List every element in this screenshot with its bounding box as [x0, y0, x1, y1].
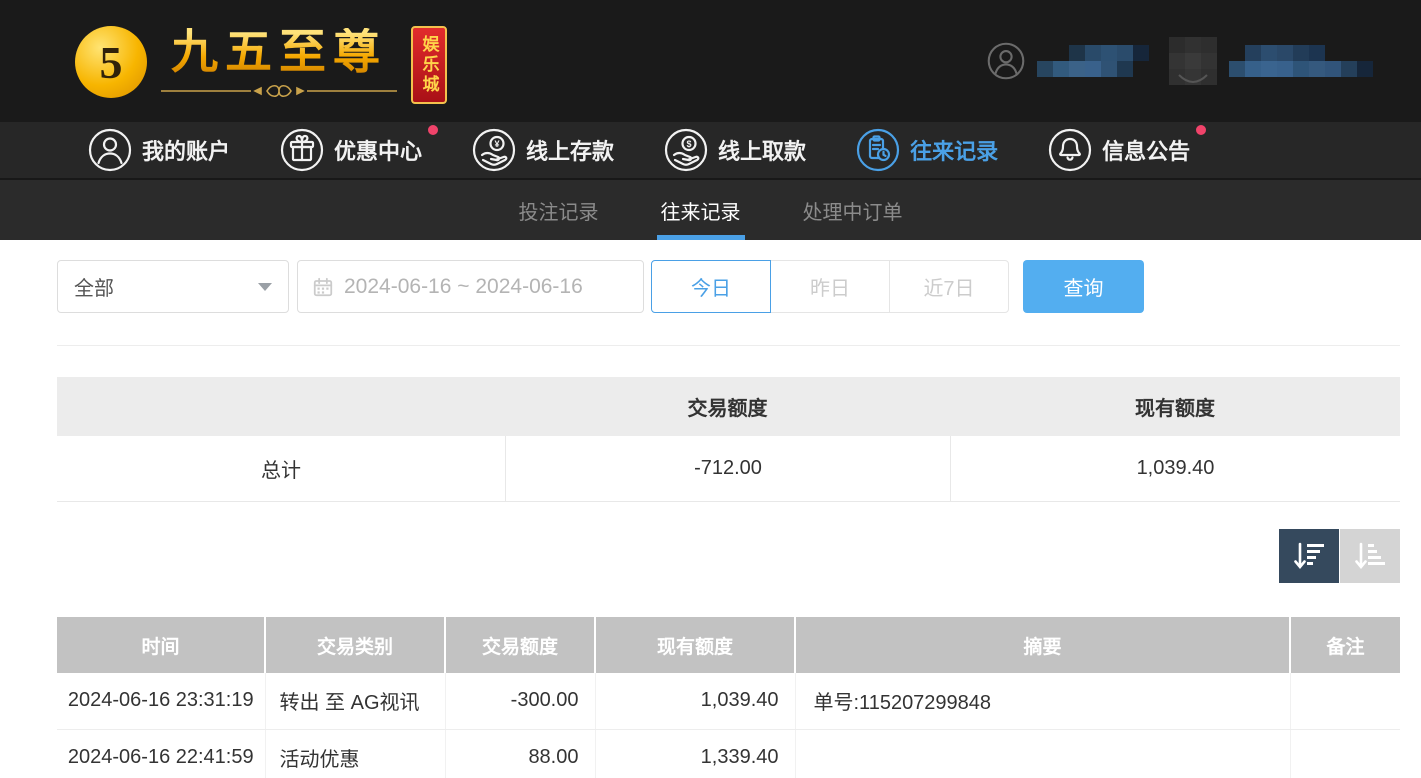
user-balance-group[interactable] — [1169, 37, 1373, 85]
search-button[interactable]: 查询 — [1023, 260, 1144, 313]
cell-type: 转出 至 AG视讯 — [265, 673, 445, 729]
summary-total-label: 总计 — [57, 436, 505, 502]
nav-label: 我的账户 — [142, 134, 230, 166]
nav-label: 优惠中心 — [334, 134, 422, 166]
col-header-note: 备注 — [1290, 617, 1400, 673]
table-row: 2024-06-16 23:31:19 转出 至 AG视讯 -300.00 1,… — [57, 673, 1400, 729]
nav-label: 线上存款 — [526, 134, 614, 166]
summary-tx-total-value: -712.00 — [505, 436, 950, 502]
top-header: 5 九五至尊 娱乐城 — [0, 0, 1421, 122]
type-select-value: 全部 — [74, 272, 114, 301]
col-header-time: 时间 — [57, 617, 265, 673]
header-user-area — [987, 37, 1373, 85]
svg-text:$: $ — [687, 139, 692, 149]
cell-balance: 1,339.40 — [595, 729, 795, 778]
tab-transaction-records[interactable]: 往来记录 — [657, 180, 745, 240]
nav-item-withdraw[interactable]: $ 线上取款 — [664, 128, 806, 172]
withdraw-icon: $ — [664, 128, 708, 172]
summary-header-balance: 现有额度 — [950, 377, 1400, 436]
redacted-username — [1037, 45, 1149, 77]
nav-item-deposit[interactable]: ¥ 线上存款 — [472, 128, 614, 172]
sort-ascending-icon — [1353, 541, 1387, 571]
cell-note — [1290, 673, 1400, 729]
summary-table: 交易额度 现有额度 总计 -712.00 1,039.40 — [57, 377, 1400, 502]
notification-dot — [428, 125, 438, 135]
section-divider — [57, 345, 1400, 346]
brand-name: 九五至尊 — [171, 28, 387, 80]
col-header-balance: 现有额度 — [595, 617, 795, 673]
summary-header-empty — [57, 377, 505, 436]
announcement-bell-icon — [1048, 128, 1092, 172]
quick-range-yesterday[interactable]: 昨日 — [770, 260, 890, 313]
cell-summary — [795, 729, 1290, 778]
user-account-group[interactable] — [987, 42, 1149, 80]
redacted-balance — [1229, 45, 1373, 77]
calendar-icon — [312, 276, 334, 298]
sort-descending-button[interactable] — [1279, 529, 1339, 583]
col-header-type: 交易类别 — [265, 617, 445, 673]
summary-balance-value: 1,039.40 — [950, 436, 1400, 502]
records-icon — [856, 128, 900, 172]
user-avatar-icon — [987, 42, 1025, 80]
nav-item-promotions[interactable]: 优惠中心 — [280, 128, 422, 172]
sort-controls — [57, 529, 1400, 583]
sort-ascending-button[interactable] — [1340, 529, 1400, 583]
user-icon — [88, 128, 132, 172]
col-header-summary: 摘要 — [795, 617, 1290, 673]
chevron-down-icon — [258, 283, 272, 291]
nav-item-my-account[interactable]: 我的账户 — [88, 128, 230, 172]
date-range-input[interactable]: 2024-06-16 ~ 2024-06-16 — [297, 260, 644, 313]
cell-time: 2024-06-16 22:41:59 — [57, 729, 265, 778]
sort-descending-icon — [1292, 541, 1326, 571]
logo-flourish-icon — [159, 82, 399, 100]
quick-range-group: 今日 昨日 近7日 — [652, 260, 1009, 313]
transactions-table: 时间 交易类别 交易额度 现有额度 摘要 备注 2024-06-16 23:31… — [57, 617, 1400, 778]
main-nav: 我的账户 优惠中心 ¥ 线上存款 $ 线上取 — [0, 122, 1421, 180]
nav-item-announcements[interactable]: 信息公告 — [1048, 128, 1190, 172]
cell-summary: 单号:115207299848 — [795, 673, 1290, 729]
tab-betting-records[interactable]: 投注记录 — [515, 180, 603, 240]
gift-icon — [280, 128, 324, 172]
deposit-icon: ¥ — [472, 128, 516, 172]
cell-amount: -300.00 — [445, 673, 595, 729]
main-content: 全部 2024-06-16 ~ 2024-06-16 今日 昨日 近7日 — [0, 240, 1421, 778]
cell-time: 2024-06-16 23:31:19 — [57, 673, 265, 729]
svg-text:¥: ¥ — [495, 139, 500, 149]
brand-logo[interactable]: 5 九五至尊 娱乐城 — [75, 18, 447, 104]
brand-badge: 娱乐城 — [411, 26, 447, 104]
nav-label: 线上取款 — [718, 134, 806, 166]
cell-balance: 1,039.40 — [595, 673, 795, 729]
summary-header-tx-amount: 交易额度 — [505, 377, 950, 436]
date-range-value: 2024-06-16 ~ 2024-06-16 — [344, 275, 583, 299]
tab-pending-orders[interactable]: 处理中订单 — [799, 180, 907, 240]
nav-label: 信息公告 — [1102, 134, 1190, 166]
quick-range-today[interactable]: 今日 — [651, 260, 771, 313]
notification-dot — [1196, 125, 1206, 135]
table-row: 2024-06-16 22:41:59 活动优惠 88.00 1,339.40 — [57, 729, 1400, 778]
col-header-amount: 交易额度 — [445, 617, 595, 673]
redacted-badge-icon — [1169, 37, 1217, 85]
brand-logo-mark-icon: 5 — [75, 26, 147, 98]
quick-range-last7days[interactable]: 近7日 — [889, 260, 1009, 313]
cell-note — [1290, 729, 1400, 778]
nav-item-transaction-records[interactable]: 往来记录 — [856, 128, 998, 172]
cell-amount: 88.00 — [445, 729, 595, 778]
record-tabs: 投注记录 往来记录 处理中订单 — [0, 180, 1421, 240]
filter-bar: 全部 2024-06-16 ~ 2024-06-16 今日 昨日 近7日 — [57, 260, 1400, 313]
type-select[interactable]: 全部 — [57, 260, 289, 313]
table-header-row: 时间 交易类别 交易额度 现有额度 摘要 备注 — [57, 617, 1400, 673]
cell-type: 活动优惠 — [265, 729, 445, 778]
nav-label: 往来记录 — [910, 134, 998, 166]
